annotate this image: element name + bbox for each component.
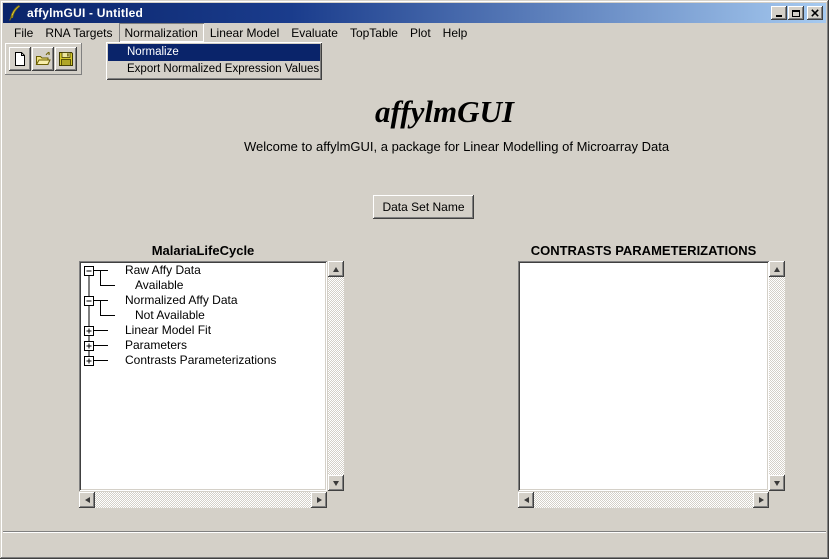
- tree-item-available[interactable]: Available: [135, 278, 183, 293]
- contrasts-vertical-scrollbar[interactable]: [769, 261, 785, 491]
- right-panel-header: CONTRASTS PARAMETERIZATIONS: [518, 243, 769, 258]
- open-file-icon: [35, 51, 51, 67]
- tree-listbox[interactable]: Raw Affy Data Available Normalized Affy …: [79, 261, 327, 491]
- menu-toptable[interactable]: TopTable: [344, 23, 404, 42]
- tree-item-contrasts-parameterizations[interactable]: Contrasts Parameterizations: [125, 353, 276, 368]
- tree-toggle-contrasts-plus[interactable]: [85, 357, 94, 366]
- tree-toggle-raw-affy-minus[interactable]: [85, 267, 94, 276]
- contrasts-listbox[interactable]: [518, 261, 769, 491]
- scroll-right-button[interactable]: [311, 492, 327, 508]
- close-icon: [811, 9, 819, 17]
- tree-toggle-linear-model-plus[interactable]: [85, 327, 94, 336]
- arrow-right-icon: [317, 497, 322, 503]
- scroll-down-button[interactable]: [328, 475, 344, 491]
- menu-plot[interactable]: Plot: [404, 23, 437, 42]
- new-file-button[interactable]: [9, 47, 31, 71]
- scroll-up-button[interactable]: [328, 261, 344, 277]
- scroll-left-button[interactable]: [79, 492, 95, 508]
- normalization-dropdown-menu: Normalize Export Normalized Expression V…: [106, 42, 322, 80]
- bottom-divider: [3, 531, 826, 533]
- maximize-icon: [792, 10, 800, 17]
- window-title: affylmGUI - Untitled: [27, 6, 143, 20]
- app-feather-icon: [8, 5, 21, 21]
- caption-buttons: [771, 6, 823, 20]
- open-file-button[interactable]: [32, 47, 54, 71]
- scroll-left-button[interactable]: [518, 492, 534, 508]
- titlebar[interactable]: affylmGUI - Untitled: [3, 3, 826, 23]
- tree-item-raw-affy-data[interactable]: Raw Affy Data: [125, 263, 201, 278]
- new-file-icon: [12, 51, 28, 67]
- tree-item-linear-model-fit[interactable]: Linear Model Fit: [125, 323, 211, 338]
- menu-normalization[interactable]: Normalization: [119, 23, 204, 42]
- save-file-icon: [58, 51, 74, 67]
- arrow-right-icon: [759, 497, 764, 503]
- menu-help[interactable]: Help: [437, 23, 474, 42]
- app-window: affylmGUI - Untitled File RNA Targets No…: [0, 0, 829, 559]
- tree-item-parameters[interactable]: Parameters: [125, 338, 187, 353]
- contrasts-horizontal-scrollbar[interactable]: [518, 492, 769, 508]
- scroll-down-button[interactable]: [769, 475, 785, 491]
- menu-item-export-normalized[interactable]: Export Normalized Expression Values: [108, 61, 320, 78]
- minimize-button[interactable]: [771, 6, 787, 20]
- save-file-button[interactable]: [55, 47, 77, 71]
- scroll-up-button[interactable]: [769, 261, 785, 277]
- arrow-down-icon: [333, 481, 339, 486]
- arrow-left-icon: [85, 497, 90, 503]
- tree-toggle-normalized-minus[interactable]: [85, 297, 94, 306]
- menubar: File RNA Targets Normalization Linear Mo…: [3, 23, 826, 42]
- tree-horizontal-scrollbar[interactable]: [79, 492, 327, 508]
- menu-linear-model[interactable]: Linear Model: [204, 23, 285, 42]
- arrow-left-icon: [524, 497, 529, 503]
- arrow-up-icon: [333, 267, 339, 272]
- tree-item-normalized-affy-data[interactable]: Normalized Affy Data: [125, 293, 238, 308]
- app-title: affylmGUI: [30, 94, 829, 130]
- data-set-name-button[interactable]: Data Set Name: [373, 195, 474, 219]
- arrow-down-icon: [774, 481, 780, 486]
- scroll-right-button[interactable]: [753, 492, 769, 508]
- arrow-up-icon: [774, 267, 780, 272]
- menu-rna-targets[interactable]: RNA Targets: [39, 23, 118, 42]
- menu-item-normalize[interactable]: Normalize: [108, 44, 320, 61]
- left-panel-header: MalariaLifeCycle: [79, 243, 327, 258]
- toolbar: [5, 43, 82, 75]
- tree-item-not-available[interactable]: Not Available: [135, 308, 205, 323]
- tree-vertical-scrollbar[interactable]: [328, 261, 344, 491]
- menu-file[interactable]: File: [8, 23, 39, 42]
- minimize-icon: [776, 15, 782, 17]
- maximize-button[interactable]: [788, 6, 804, 20]
- menu-evaluate[interactable]: Evaluate: [285, 23, 344, 42]
- tree-toggle-parameters-plus[interactable]: [85, 342, 94, 351]
- welcome-text: Welcome to affylmGUI, a package for Line…: [42, 139, 829, 154]
- close-button[interactable]: [807, 6, 823, 20]
